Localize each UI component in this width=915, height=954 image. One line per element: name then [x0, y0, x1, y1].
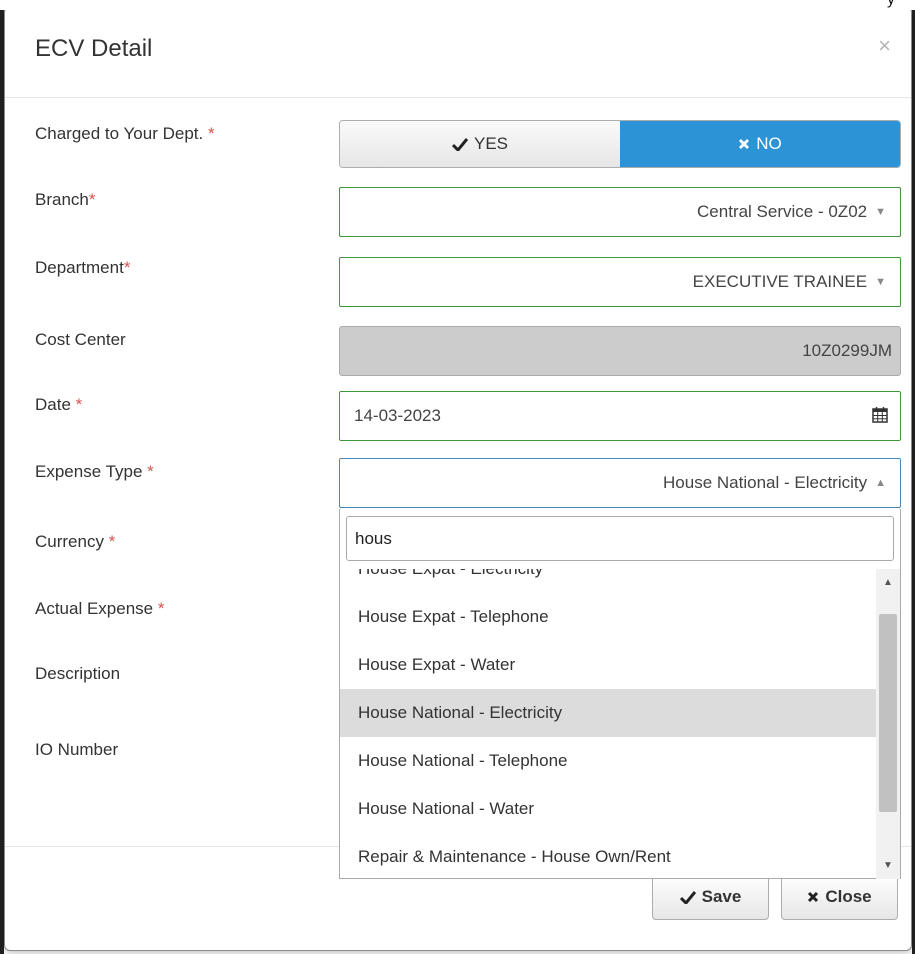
- branch-label: Branch*: [35, 190, 96, 209]
- expense-type-value: House National - Electricity: [663, 473, 868, 492]
- caret-down-icon: ▼: [875, 206, 886, 218]
- dropdown-search-input[interactable]: [346, 516, 894, 561]
- expense-type-dropdown: House Expat - Electricity House Expat - …: [339, 509, 901, 879]
- modal-title: ECV Detail: [35, 35, 153, 62]
- calendar-icon[interactable]: [872, 406, 888, 423]
- dropdown-option[interactable]: Repair & Maintenance - House Own/Rent: [340, 833, 877, 879]
- io-number-label: IO Number: [35, 740, 119, 759]
- times-icon: [739, 138, 750, 150]
- department-select[interactable]: EXECUTIVE TRAINEE ▼: [339, 257, 901, 307]
- branch-value: Central Service - 0Z02: [697, 202, 868, 221]
- scroll-down-icon[interactable]: ▼: [883, 860, 893, 871]
- date-label: Date *: [35, 395, 83, 414]
- cost-center-field: 10Z0299JM: [339, 326, 901, 376]
- caret-up-icon: ▲: [875, 477, 886, 489]
- close-label: Close: [825, 887, 872, 906]
- close-icon[interactable]: ×: [878, 33, 891, 59]
- check-icon: [451, 137, 468, 151]
- description-label: Description: [35, 664, 121, 683]
- actual-expense-label: Actual Expense *: [35, 599, 165, 618]
- dropdown-scrollbar[interactable]: ▲ ▼: [876, 569, 900, 879]
- expense-type-select[interactable]: House National - Electricity ▲: [339, 458, 901, 508]
- charged-label: Charged to Your Dept. *: [35, 124, 215, 143]
- times-icon: [808, 891, 819, 903]
- caret-down-icon: ▼: [875, 276, 886, 288]
- ecv-detail-modal: ECV Detail × Charged to Your Dept. * Bra…: [4, 6, 912, 951]
- check-icon: [679, 890, 696, 904]
- dropdown-option-highlighted[interactable]: House National - Electricity: [340, 689, 877, 737]
- modal-header: ECV Detail ×: [5, 7, 911, 98]
- save-button[interactable]: Save: [652, 874, 769, 920]
- dropdown-option[interactable]: House National - Telephone: [340, 737, 877, 785]
- dropdown-option[interactable]: House Expat - Electricity: [340, 569, 877, 593]
- clipped-text: y: [887, 0, 895, 9]
- no-button[interactable]: NO: [620, 121, 900, 167]
- dropdown-option[interactable]: House Expat - Telephone: [340, 593, 877, 641]
- department-label: Department*: [35, 258, 131, 277]
- scrollbar-thumb[interactable]: [879, 614, 897, 812]
- cost-center-value: 10Z0299JM: [802, 341, 892, 360]
- dropdown-option[interactable]: House National - Water: [340, 785, 877, 833]
- dropdown-option[interactable]: House Expat - Water: [340, 641, 877, 689]
- scroll-up-icon[interactable]: ▲: [883, 577, 893, 588]
- cost-center-label: Cost Center: [35, 330, 126, 349]
- date-value: 14-03-2023: [354, 406, 441, 425]
- charged-toggle: YES NO: [339, 120, 901, 168]
- yes-button[interactable]: YES: [340, 121, 620, 167]
- save-label: Save: [701, 887, 742, 906]
- department-value: EXECUTIVE TRAINEE: [692, 272, 868, 291]
- dropdown-options-list: House Expat - Electricity House Expat - …: [340, 569, 877, 879]
- date-input[interactable]: 14-03-2023: [339, 391, 901, 441]
- close-button[interactable]: Close: [781, 874, 898, 920]
- no-label: NO: [756, 134, 782, 153]
- branch-select[interactable]: Central Service - 0Z02 ▼: [339, 187, 901, 237]
- backdrop-clipped-text: y: [0, 0, 915, 10]
- expense-type-label: Expense Type *: [35, 462, 154, 481]
- yes-label: YES: [473, 134, 509, 153]
- currency-label: Currency *: [35, 532, 116, 551]
